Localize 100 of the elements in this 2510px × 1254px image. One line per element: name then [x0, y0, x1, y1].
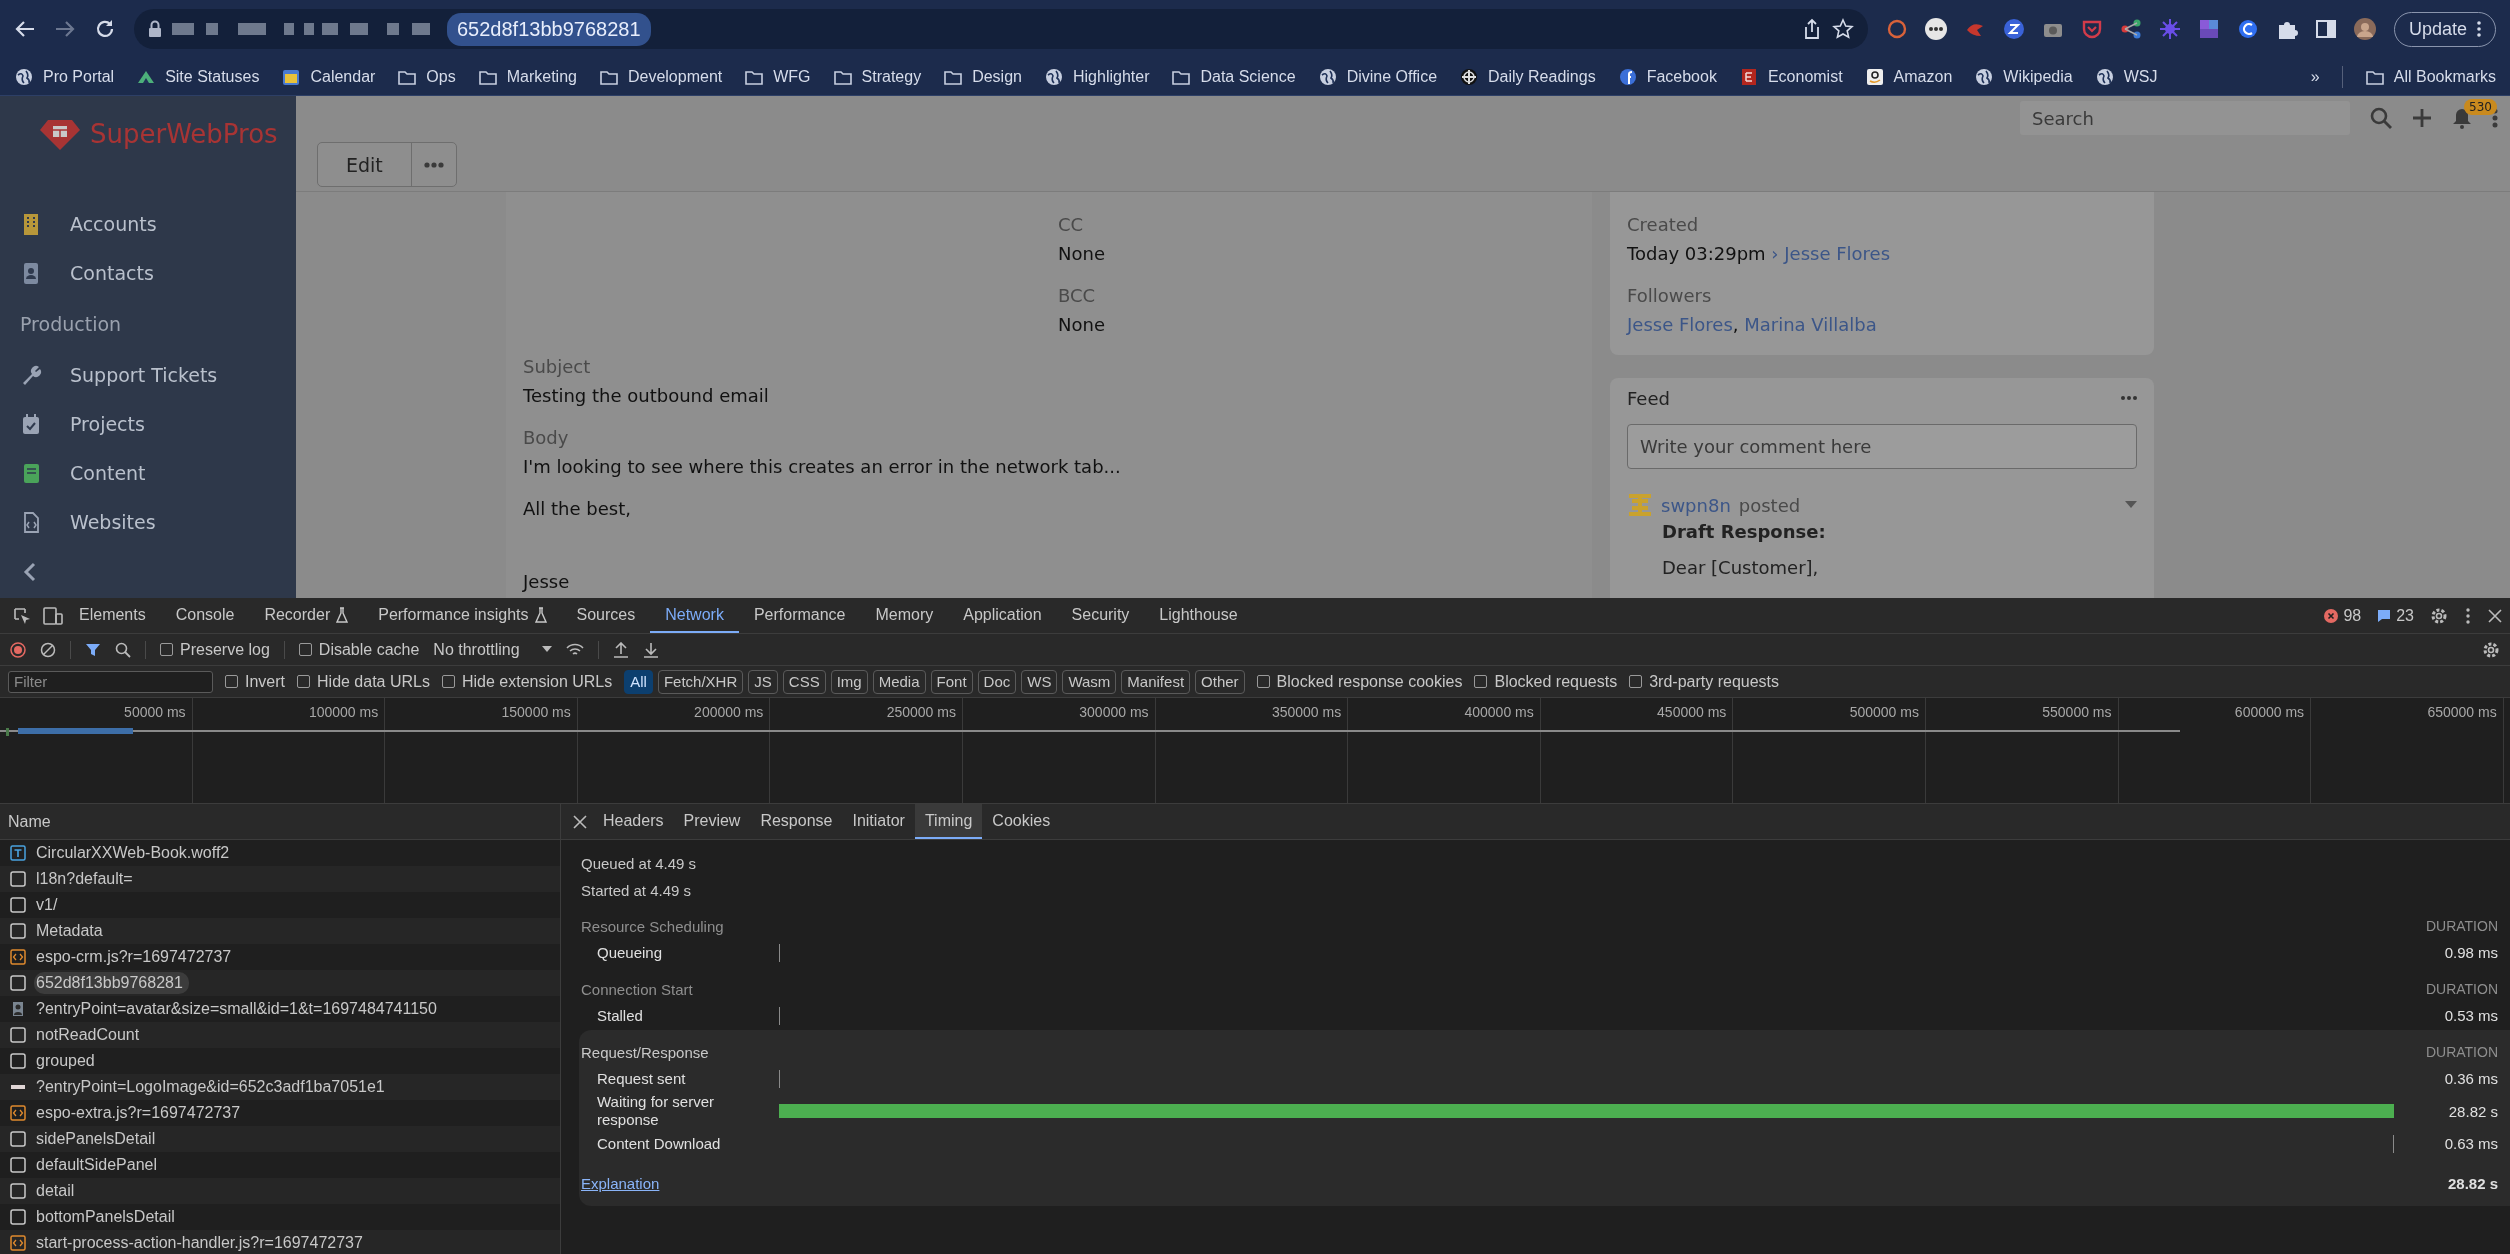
- address-bar[interactable]: 652d8f13bb9768281: [134, 9, 1868, 49]
- request-name[interactable]: v1/: [34, 894, 64, 916]
- settings-icon[interactable]: [2430, 606, 2448, 625]
- checkbox-label[interactable]: Blocked requests: [1494, 672, 1618, 691]
- bookmark[interactable]: Strategy: [832, 66, 922, 87]
- bookmark[interactable]: WSJ: [2094, 66, 2158, 87]
- request-name[interactable]: grouped: [34, 1050, 101, 1072]
- request-name[interactable]: l18n?default=: [34, 868, 139, 890]
- detail-tab[interactable]: Headers: [593, 804, 674, 839]
- clear-icon[interactable]: [40, 641, 56, 658]
- column-header[interactable]: Name: [0, 804, 560, 840]
- devtools-tab[interactable]: Performance: [738, 598, 861, 633]
- search-icon[interactable]: [115, 641, 131, 658]
- caret-icon[interactable]: [2125, 501, 2137, 509]
- c-icon[interactable]: [2236, 18, 2259, 40]
- devtools-tab[interactable]: Application: [948, 598, 1057, 633]
- sidebar-item[interactable]: Projects: [0, 399, 296, 448]
- close-icon[interactable]: [2488, 608, 2502, 623]
- settings-icon[interactable]: [2482, 640, 2500, 659]
- device-icon[interactable]: [42, 605, 64, 626]
- more-icon[interactable]: [2121, 396, 2137, 400]
- checkbox-box[interactable]: [225, 675, 238, 688]
- checkbox-label[interactable]: Blocked response cookies: [1276, 672, 1463, 691]
- bookmark[interactable]: Design: [943, 66, 1022, 87]
- type-filter-button[interactable]: Manifest: [1121, 669, 1191, 694]
- star-icon[interactable]: [1831, 18, 1854, 40]
- bookmark[interactable]: Ops: [397, 66, 456, 87]
- sidebar-icon[interactable]: [2314, 18, 2337, 40]
- checkbox-label[interactable]: Preserve log: [180, 640, 270, 659]
- request-name[interactable]: bottomPanelsDetail: [34, 1206, 181, 1228]
- devtools-tab[interactable]: Performance insights: [363, 598, 562, 633]
- bookmark[interactable]: Calendar: [281, 66, 376, 87]
- type-filter-button[interactable]: Img: [830, 669, 868, 694]
- devtools-tab[interactable]: Elements: [64, 598, 161, 633]
- record-icon[interactable]: [10, 641, 26, 658]
- checkbox-label[interactable]: 3rd-party requests: [1649, 672, 1780, 691]
- bookmark[interactable]: All Bookmarks: [2364, 66, 2496, 87]
- request-name[interactable]: defaultSidePanel: [34, 1154, 163, 1176]
- type-filter-button[interactable]: Wasm: [1062, 669, 1117, 694]
- squares-icon[interactable]: [2197, 18, 2220, 40]
- detail-tab[interactable]: Cookies: [982, 804, 1061, 839]
- devtools-tab[interactable]: Lighthouse: [1144, 598, 1253, 633]
- devtools-tab[interactable]: Sources: [561, 598, 651, 633]
- request-name[interactable]: CircularXXWeb-Book.woff2: [34, 842, 236, 864]
- checkbox-box[interactable]: [160, 643, 173, 656]
- throttling-dropdown[interactable]: No throttling: [433, 640, 552, 659]
- bookmark[interactable]: Site Statuses: [136, 66, 260, 87]
- sidebar-item[interactable]: Accounts: [0, 199, 296, 248]
- explanation-link[interactable]: Explanation: [581, 1174, 660, 1192]
- bookmark[interactable]: Pro Portal: [14, 66, 115, 87]
- request-name[interactable]: espo-extra.js?r=1697472737: [34, 1102, 247, 1124]
- bookmark[interactable]: Development: [598, 66, 723, 87]
- devtools-tab[interactable]: Recorder: [249, 598, 364, 633]
- type-filter-button[interactable]: CSS: [782, 669, 826, 694]
- sun-icon[interactable]: [2158, 18, 2181, 40]
- collapse-icon[interactable]: [23, 561, 37, 583]
- type-filter-button[interactable]: Fetch/XHR: [657, 669, 744, 694]
- bell-icon[interactable]: [2452, 107, 2472, 129]
- sidebar-item[interactable]: Content: [0, 448, 296, 497]
- checkbox-box[interactable]: [298, 643, 312, 656]
- bookmark[interactable]: Economist: [1738, 66, 1843, 87]
- sidebar-item[interactable]: Websites: [0, 497, 296, 546]
- filter-field[interactable]: Filter: [8, 670, 213, 693]
- request-name[interactable]: Metadata: [34, 920, 109, 942]
- type-filter-button[interactable]: Media: [872, 669, 926, 694]
- bookmark[interactable]: Wikipedia: [1974, 66, 2073, 87]
- bookmark[interactable]: Daily Readings: [1459, 66, 1596, 87]
- bookmark[interactable]: Facebook: [1617, 66, 1717, 87]
- bookmark[interactable]: WFG: [744, 66, 811, 87]
- request-name[interactable]: 652d8f13bb9768281: [34, 972, 189, 994]
- bookmark[interactable]: Amazon: [1864, 66, 1953, 87]
- wifi-icon[interactable]: [565, 641, 584, 658]
- type-filter-button[interactable]: Doc: [977, 669, 1017, 694]
- request-name[interactable]: sidePanelsDetail: [34, 1128, 162, 1150]
- more-bookmarks-button[interactable]: »: [2310, 67, 2320, 86]
- filter-icon[interactable]: [85, 641, 101, 658]
- checkbox-label[interactable]: Invert: [245, 672, 285, 691]
- bookmark[interactable]: Data Science: [1171, 66, 1296, 87]
- reload-icon[interactable]: [94, 18, 116, 40]
- pocket-icon[interactable]: [2080, 18, 2103, 40]
- detail-tab[interactable]: Initiator: [842, 804, 915, 839]
- checkbox-label[interactable]: Hide extension URLs: [461, 672, 613, 691]
- inspect-icon[interactable]: [12, 605, 32, 626]
- bookmark[interactable]: Marketing: [477, 66, 577, 87]
- letter-z-icon[interactable]: [2002, 18, 2025, 40]
- devtools-tab[interactable]: Console: [160, 598, 250, 633]
- close-icon[interactable]: [573, 814, 587, 829]
- search-field[interactable]: Search: [2020, 101, 2350, 135]
- type-filter-button[interactable]: Other: [1195, 669, 1245, 694]
- request-name[interactable]: detail: [34, 1180, 81, 1202]
- sidebar-item[interactable]: Support Tickets: [0, 350, 296, 399]
- plus-icon[interactable]: [2412, 108, 2432, 128]
- share-nodes-icon[interactable]: [2119, 18, 2142, 40]
- checkbox-box[interactable]: [1629, 675, 1643, 688]
- type-filter-button[interactable]: JS: [748, 669, 778, 694]
- checkbox-box[interactable]: [1256, 675, 1270, 688]
- detail-tab[interactable]: Response: [750, 804, 843, 839]
- checkbox-label[interactable]: Hide data URLs: [317, 672, 430, 691]
- avatar-icon[interactable]: [2353, 18, 2376, 40]
- checkbox-box[interactable]: [441, 675, 455, 688]
